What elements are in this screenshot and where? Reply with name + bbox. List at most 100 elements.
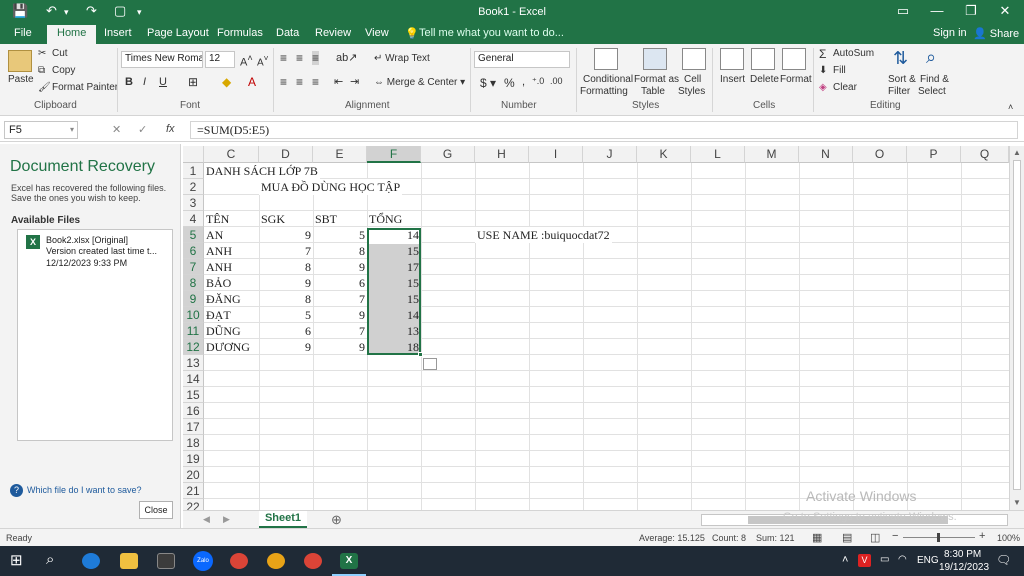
currency-icon[interactable]: $ ▾ — [480, 76, 496, 90]
row-header[interactable]: 1 — [183, 163, 204, 179]
shrink-font-icon[interactable]: A˅ — [257, 53, 269, 68]
find-select-icon[interactable]: ⌕ — [926, 47, 936, 68]
clock-time[interactable]: 8:30 PM — [944, 549, 981, 560]
row-header[interactable]: 9 — [183, 291, 204, 307]
format-cells-icon[interactable] — [782, 48, 806, 70]
format-as-table-button[interactable]: Format as — [634, 74, 679, 85]
row-header[interactable]: 16 — [183, 403, 204, 419]
cell-c4[interactable]: TÊN — [204, 211, 259, 227]
increase-decimal-icon[interactable]: ⁺.0 — [532, 76, 544, 87]
merge-center-button[interactable]: ⇔ Merge & Center ▾ — [374, 77, 465, 88]
autosum-icon[interactable]: Σ — [819, 47, 826, 61]
file-explorer-icon[interactable] — [120, 553, 138, 569]
conditional-formatting-button[interactable]: Conditional — [583, 74, 633, 85]
tab-file[interactable]: File — [14, 27, 32, 39]
bold-icon[interactable]: B — [125, 76, 133, 88]
delete-cells-icon[interactable] — [751, 48, 775, 70]
paste-button[interactable]: Paste — [8, 74, 34, 85]
row-header[interactable]: 18 — [183, 435, 204, 451]
column-header[interactable]: C — [204, 146, 259, 163]
cell-sbt[interactable]: 6 — [313, 275, 367, 291]
tab-data[interactable]: Data — [276, 27, 299, 39]
collapse-ribbon-icon[interactable]: ˄ — [1008, 102, 1013, 112]
cell-sbt[interactable]: 7 — [313, 291, 367, 307]
zalo-icon[interactable]: Zalo — [193, 551, 213, 571]
column-header[interactable]: E — [313, 146, 367, 163]
antivirus-icon[interactable]: V — [858, 554, 871, 567]
number-format-select[interactable]: General — [474, 51, 570, 68]
cell-sgk[interactable]: 7 — [259, 243, 313, 259]
delete-cells-button[interactable]: Delete — [750, 74, 779, 85]
cell-sbt[interactable]: 7 — [313, 323, 367, 339]
cut-icon[interactable]: ✂ — [38, 48, 46, 59]
column-header[interactable]: F — [367, 146, 421, 163]
share-button[interactable]: 👤 Share — [973, 27, 1019, 40]
fill-icon[interactable]: ⬇ — [819, 65, 827, 76]
row-header[interactable]: 5 — [183, 227, 204, 243]
cut-button[interactable]: Cut — [52, 48, 68, 59]
wrap-text-button[interactable]: ↵ Wrap Text — [374, 53, 430, 64]
cell-name[interactable]: ANH — [204, 259, 259, 275]
cell-name[interactable]: ĐĂNG — [204, 291, 259, 307]
cell-sgk[interactable]: 6 — [259, 323, 313, 339]
clear-button[interactable]: Clear — [833, 82, 857, 93]
cell-name[interactable]: DƯƠNG — [204, 339, 259, 355]
row-header[interactable]: 4 — [183, 211, 204, 227]
insert-cells-button[interactable]: Insert — [720, 74, 745, 85]
borders-icon[interactable]: ⊞ — [188, 75, 198, 89]
column-header[interactable]: J — [583, 146, 637, 163]
grow-font-icon[interactable]: A˄ — [240, 53, 253, 69]
format-cells-button[interactable]: Format — [780, 74, 812, 85]
format-as-table-icon[interactable] — [643, 48, 667, 70]
row-header[interactable]: 7 — [183, 259, 204, 275]
column-header[interactable]: P — [907, 146, 961, 163]
chrome-icon[interactable] — [230, 553, 248, 569]
row-header[interactable]: 2 — [183, 179, 204, 195]
row-header[interactable]: 22 — [183, 499, 204, 510]
row-header[interactable]: 11 — [183, 323, 204, 339]
prev-sheet-icon[interactable]: ◀ — [203, 514, 210, 525]
column-header[interactable]: K — [637, 146, 691, 163]
font-color-icon[interactable]: A — [248, 75, 256, 89]
cell-name[interactable]: DŨNG — [204, 323, 259, 339]
row-header[interactable]: 15 — [183, 387, 204, 403]
column-header[interactable]: I — [529, 146, 583, 163]
name-box-dropdown-icon[interactable]: ▾ — [70, 125, 74, 134]
close-icon[interactable]: ✕ — [988, 3, 1022, 19]
orientation-icon[interactable]: ab↗ — [336, 51, 357, 64]
add-sheet-icon[interactable]: ⊕ — [331, 512, 342, 528]
ribbon-display-icon[interactable]: ▭ — [886, 3, 920, 19]
cell-name[interactable]: ANH — [204, 243, 259, 259]
sign-in-link[interactable]: Sign in — [933, 27, 967, 39]
column-header[interactable]: D — [259, 146, 313, 163]
cell-d4[interactable]: SGK — [259, 211, 313, 227]
store-icon[interactable] — [157, 553, 175, 569]
cell-name[interactable]: ĐẠT — [204, 307, 259, 323]
zoom-out-icon[interactable]: − — [892, 530, 898, 542]
font-size-select[interactable]: 12 — [205, 51, 235, 68]
cancel-icon[interactable]: ✕ — [112, 123, 121, 136]
comma-icon[interactable]: , — [522, 76, 525, 88]
page-break-view-icon[interactable]: ◫ — [870, 531, 880, 544]
enter-icon[interactable]: ✓ — [138, 123, 147, 136]
vertical-scrollbar[interactable]: ▲ ▼ — [1009, 146, 1024, 510]
clock-date[interactable]: 19/12/2023 — [939, 562, 989, 573]
sheet-tab[interactable]: Sheet1 — [259, 511, 307, 528]
font-name-select[interactable]: Times New Roma — [121, 51, 203, 68]
underline-icon[interactable]: U — [159, 76, 167, 88]
battery-icon[interactable]: ▭ — [880, 554, 889, 565]
fill-handle[interactable] — [418, 352, 423, 357]
fill-button[interactable]: Fill — [833, 65, 846, 76]
language-indicator[interactable]: ENG — [917, 555, 939, 566]
cell-sbt[interactable]: 9 — [313, 307, 367, 323]
cell-sbt[interactable]: 5 — [313, 227, 367, 243]
cell-sgk[interactable]: 9 — [259, 275, 313, 291]
page-layout-view-icon[interactable]: ▤ — [842, 531, 852, 544]
decrease-indent-icon[interactable]: ⇤ — [334, 75, 343, 88]
fill-color-icon[interactable]: ◆ — [222, 75, 231, 89]
tell-me-box[interactable]: Tell me what you want to do... — [419, 27, 564, 39]
notifications-icon[interactable]: 🗨 — [996, 553, 1011, 567]
close-button[interactable]: Close — [139, 501, 173, 519]
clear-icon[interactable]: ◈ — [819, 82, 827, 93]
italic-icon[interactable]: I — [143, 76, 146, 88]
